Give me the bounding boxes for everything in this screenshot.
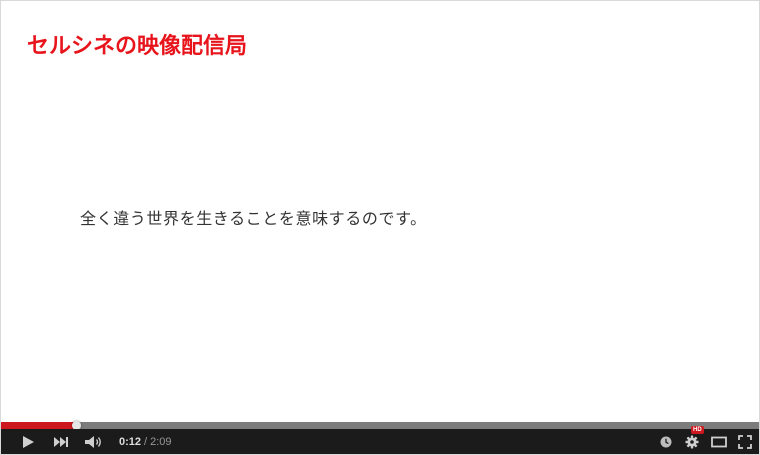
channel-watermark-title: セルシネの映像配信局 [27,34,248,59]
fullscreen-button[interactable] [734,429,756,454]
volume-icon [85,435,101,448]
theater-mode-button[interactable] [708,429,730,454]
play-icon [23,435,34,448]
duration-time: 2:09 [150,435,172,448]
settings-icon [685,435,699,448]
progress-played [1,422,75,429]
player-control-bar: 0:12 / 2:09 HD [1,426,759,454]
watch-later-icon [660,436,672,447]
video-frame[interactable]: セルシネの映像配信局 全く違う世界を生きることを意味するのです。 [1,1,759,422]
next-icon [54,436,68,447]
video-subtitle-text: 全く違う世界を生きることを意味するのです。 [80,209,427,228]
watch-later-button[interactable] [656,429,676,454]
theater-mode-icon [711,436,727,447]
progress-bar[interactable] [1,422,759,429]
next-button[interactable] [48,429,74,454]
time-display: 0:12 / 2:09 [119,429,172,454]
time-separator: / [144,435,148,448]
video-player[interactable]: セルシネの映像配信局 全く違う世界を生きることを意味するのです。 0:12 / … [0,0,760,455]
current-time: 0:12 [119,435,142,448]
hd-quality-badge: HD [691,426,704,434]
mute-button[interactable] [81,429,107,454]
play-button[interactable] [15,429,41,454]
fullscreen-icon [738,434,752,449]
